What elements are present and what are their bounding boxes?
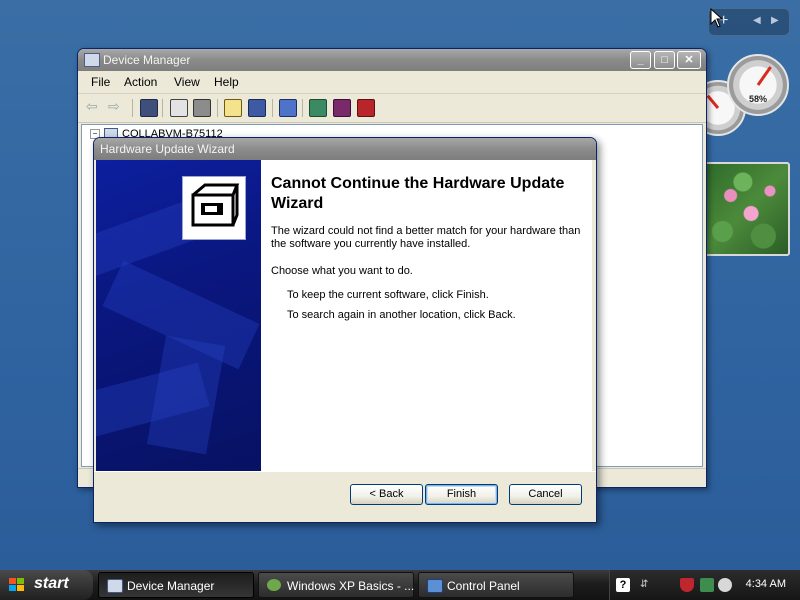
task-control-panel[interactable]: Control Panel	[418, 572, 574, 598]
maximize-button[interactable]: □	[654, 51, 675, 69]
next-icon[interactable]: ▶	[771, 15, 779, 26]
start-label: start	[34, 575, 69, 592]
window-title: Device Manager	[103, 53, 191, 67]
disable-device-icon[interactable]	[333, 99, 351, 117]
slideshow-gadget[interactable]	[704, 162, 790, 256]
menu-file[interactable]: File	[91, 75, 110, 89]
safely-remove-icon[interactable]	[700, 578, 714, 592]
computer-icon	[107, 579, 123, 593]
hardware-update-wizard: Hardware Update Wizard Cannot Continue t…	[93, 137, 597, 523]
taskbar: start Device Manager Windows XP Basics -…	[0, 570, 800, 600]
forward-arrow-icon[interactable]: ⇨	[108, 99, 124, 115]
toolbar: ⇦ ⇨	[78, 94, 706, 123]
option-finish-text: To keep the current software, click Fini…	[287, 289, 489, 301]
help-center-icon	[267, 579, 281, 591]
help-icon[interactable]	[224, 99, 242, 117]
wizard-footer: < Back Finish Cancel	[94, 471, 596, 522]
properties-icon[interactable]	[170, 99, 188, 117]
uninstall-device-icon[interactable]	[357, 99, 375, 117]
help-icon[interactable]: ?	[616, 578, 630, 592]
update-driver-icon[interactable]	[309, 99, 327, 117]
view-icon[interactable]	[248, 99, 266, 117]
prev-icon[interactable]: ◀	[753, 15, 761, 26]
network-icon[interactable]: ⇵	[640, 578, 654, 592]
wizard-content: Cannot Continue the Hardware Update Wiza…	[269, 160, 592, 472]
menu-action[interactable]: Action	[124, 75, 157, 89]
cpu-gauge: 58%	[727, 54, 789, 116]
wizard-banner	[96, 160, 261, 472]
device-manager-titlebar[interactable]: Device Manager _ □ ✕	[78, 49, 706, 71]
show-hide-tree-icon[interactable]	[140, 99, 158, 117]
windows-logo-icon	[9, 578, 25, 592]
finish-button[interactable]: Finish	[425, 484, 498, 505]
menu-help[interactable]: Help	[214, 75, 239, 89]
menu-bar: File Action View Help	[78, 71, 706, 94]
clock[interactable]: 4:34 AM	[746, 578, 786, 590]
start-button[interactable]: start	[0, 570, 93, 600]
wizard-title: Hardware Update Wizard	[100, 142, 235, 156]
task-label: Device Manager	[127, 579, 215, 593]
scan-hardware-icon[interactable]	[279, 99, 297, 117]
wizard-message: The wizard could not find a better match…	[271, 225, 581, 250]
back-arrow-icon[interactable]: ⇦	[86, 99, 102, 115]
wizard-body: Cannot Continue the Hardware Update Wiza…	[96, 160, 592, 472]
task-device-manager[interactable]: Device Manager	[98, 572, 254, 598]
system-tray: ? ⇵ 4:34 AM	[609, 570, 800, 600]
print-icon[interactable]	[193, 99, 211, 117]
close-button[interactable]: ✕	[677, 51, 701, 69]
wizard-prompt: Choose what you want to do.	[271, 265, 413, 277]
computer-icon	[84, 53, 100, 67]
cpu-percent: 58%	[748, 94, 767, 104]
minimize-button[interactable]: _	[630, 51, 651, 69]
back-button[interactable]: < Back	[350, 484, 423, 505]
task-windows-xp-basics[interactable]: Windows XP Basics - ...	[258, 572, 414, 598]
wizard-titlebar[interactable]: Hardware Update Wizard	[94, 138, 596, 160]
wizard-heading: Cannot Continue the Hardware Update Wiza…	[271, 175, 565, 212]
volume-icon[interactable]	[718, 578, 732, 592]
cancel-button[interactable]: Cancel	[509, 484, 582, 505]
hardware-box-icon	[183, 177, 245, 239]
security-shield-icon[interactable]	[680, 578, 694, 592]
option-back-text: To search again in another location, cli…	[287, 309, 516, 321]
menu-view[interactable]: View	[174, 75, 200, 89]
mouse-cursor-icon	[710, 8, 724, 28]
control-panel-icon	[427, 579, 443, 593]
task-label: Windows XP Basics - ...	[287, 579, 415, 593]
task-label: Control Panel	[447, 579, 520, 593]
desktop: + ◀ ▶ 58% Device Manager _ □ ✕ File Acti…	[0, 0, 800, 570]
